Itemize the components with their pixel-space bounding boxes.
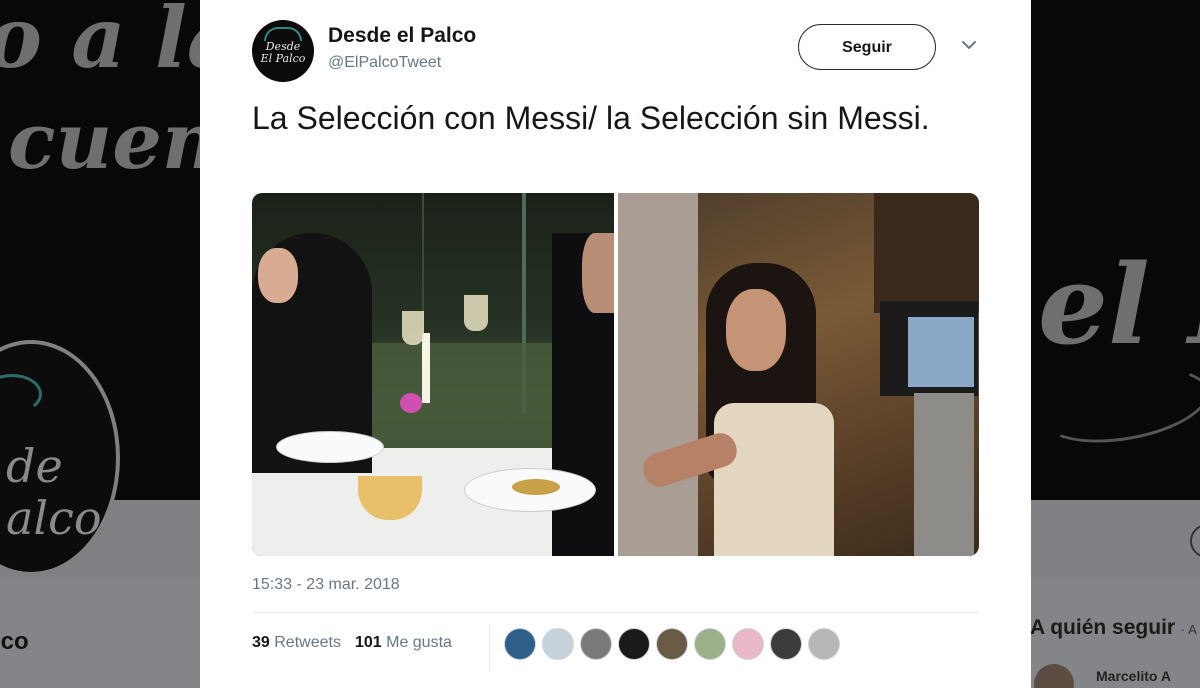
avatar-swirl-decoration xyxy=(264,27,302,41)
chevron-down-icon[interactable] xyxy=(960,36,978,54)
photo-woman-face xyxy=(258,248,298,303)
liker-avatar[interactable] xyxy=(580,628,612,660)
photo-tv-screen xyxy=(908,317,974,387)
photo-plate xyxy=(276,431,384,463)
photo-flower xyxy=(400,393,422,413)
photo-glass xyxy=(464,295,488,331)
liker-avatar[interactable] xyxy=(656,628,688,660)
tweet-photo-left[interactable] xyxy=(252,193,614,556)
follow-button[interactable]: Seguir xyxy=(798,24,936,70)
liker-avatar[interactable] xyxy=(808,628,840,660)
photo-fridge xyxy=(618,193,698,556)
photo-glass xyxy=(402,311,424,345)
liker-avatar[interactable] xyxy=(504,628,536,660)
liker-avatar[interactable] xyxy=(770,628,802,660)
photo-woman-top xyxy=(714,403,834,556)
liker-avatar[interactable] xyxy=(618,628,650,660)
tweet-author-handle[interactable]: @ElPalcoTweet xyxy=(328,54,441,72)
profile-avatar-logo: de alco xyxy=(6,439,102,545)
tweet-text: La Selección con Messi/ la Selección sin… xyxy=(252,100,930,136)
profile-name: lco xyxy=(0,628,29,655)
photo-shelf xyxy=(874,193,979,313)
banner-swirl-decoration xyxy=(1035,355,1200,455)
photo-food xyxy=(512,479,560,495)
tweet-author-avatar[interactable]: Desde El Palco xyxy=(252,20,314,82)
liker-avatar[interactable] xyxy=(694,628,726,660)
stats-divider xyxy=(489,624,490,672)
photo-can xyxy=(914,393,974,556)
who-to-follow-heading: A quién seguir · A xyxy=(1030,616,1197,639)
avatar-swirl-decoration xyxy=(0,374,42,414)
avatar-logo-text: Desde El Palco xyxy=(260,40,306,65)
tweet-timestamp[interactable]: 15:33 - 23 mar. 2018 xyxy=(252,576,400,594)
liker-avatars xyxy=(504,628,840,662)
divider xyxy=(252,612,980,613)
suggested-user-name[interactable]: Marcelito A xyxy=(1096,668,1171,684)
retweets-stat[interactable]: 39 Retweets xyxy=(252,634,341,651)
photo-candle xyxy=(422,333,430,403)
photo-woman-face xyxy=(726,289,786,371)
tweet-photo-right[interactable] xyxy=(618,193,979,556)
tweet-author-name[interactable]: Desde el Palco xyxy=(328,24,476,48)
likes-stat[interactable]: 101 Me gusta xyxy=(355,634,452,651)
photo-man-face xyxy=(582,233,614,313)
liker-avatar[interactable] xyxy=(732,628,764,660)
tweet-card: Desde El Palco Desde el Palco @ElPalcoTw… xyxy=(200,0,1031,688)
liker-avatar[interactable] xyxy=(542,628,574,660)
banner-text-right: el P xyxy=(1038,240,1200,369)
tweet-stats: 39 Retweets 101 Me gusta xyxy=(252,634,452,652)
